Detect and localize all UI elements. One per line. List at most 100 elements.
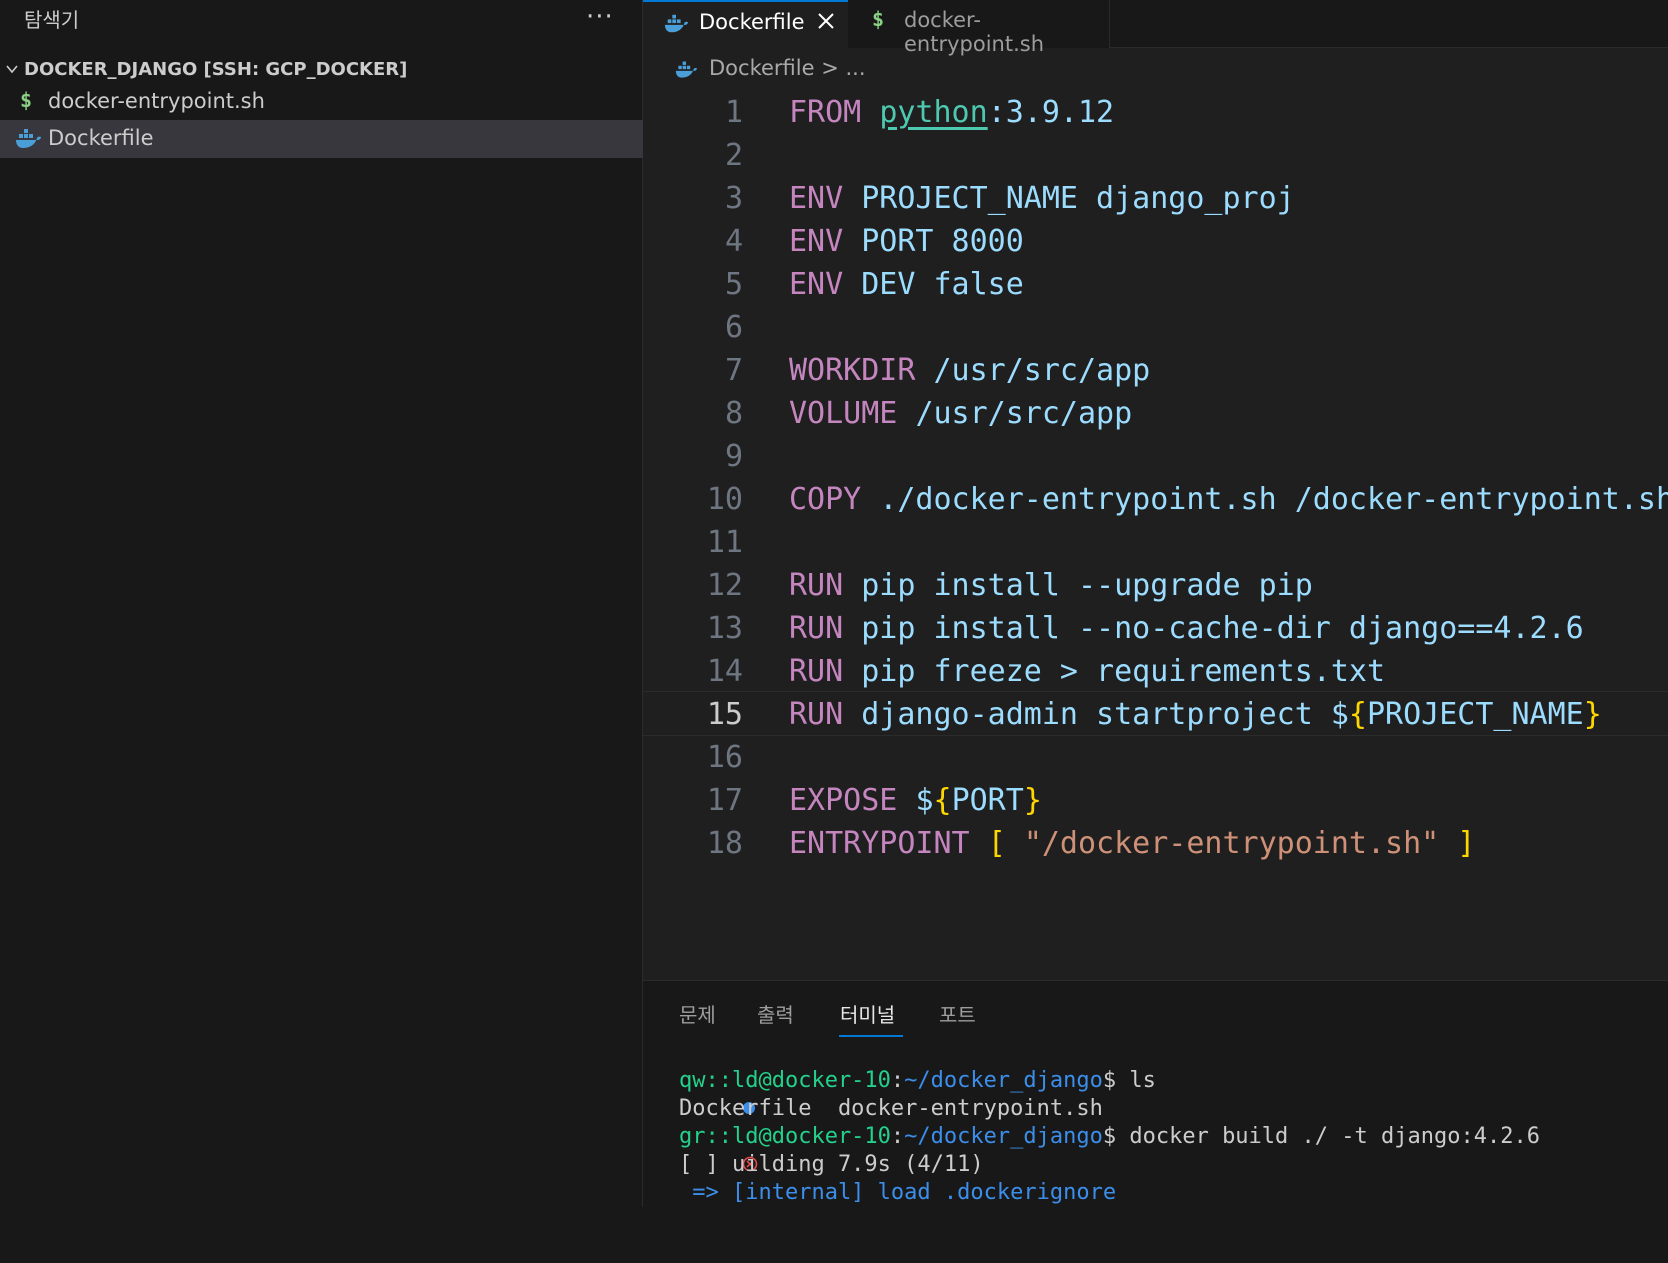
workspace-title: DOCKER_DJANGO [SSH: GCP_DOCKER]: [24, 59, 408, 80]
line-text: RUN django-admin startproject ${PROJECT_…: [789, 692, 1602, 737]
token-bracket: {: [1348, 697, 1367, 732]
token-keyword: ENV: [789, 181, 844, 216]
line-number: 6: [724, 310, 743, 345]
token-bracket: {: [933, 783, 952, 818]
token-text: pip install --upgrade pip: [861, 568, 1313, 603]
command-output: [ ] uilding 7.9s (4/11): [679, 1152, 984, 1177]
code-line: 6: [643, 305, 1668, 350]
token-keyword: ENV: [789, 224, 844, 259]
tab-dockerfile[interactable]: Dockerfile: [643, 0, 848, 48]
bottom-panel: 문제 출력 터미널 포트 qw::ld@docker-10:~/docker_d…: [643, 980, 1668, 1208]
code-line: 13 RUN pip install --no-cache-dir django=…: [643, 606, 1668, 651]
code-line: 17 EXPOSE ${PORT}: [643, 778, 1668, 823]
token-text: /usr/src/app: [933, 353, 1151, 388]
token-keyword: FROM: [789, 95, 862, 130]
shell-file-icon: $: [20, 88, 33, 112]
editor-tab-bar: Dockerfile $ docker-entrypoint.sh: [643, 0, 1668, 56]
explorer-title: 탐색기: [24, 8, 80, 32]
line-number: 13: [706, 611, 743, 646]
file-name: Dockerfile: [48, 126, 154, 150]
token-string: "/docker-entrypoint.sh": [1023, 826, 1440, 861]
line-text: WORKDIR /usr/src/app: [789, 348, 1150, 393]
code-line: 2: [643, 133, 1668, 178]
panel-tab-problems[interactable]: 문제: [679, 999, 716, 1028]
more-actions-icon[interactable]: ···: [586, 2, 614, 32]
line-number: 18: [706, 826, 743, 861]
token-keyword: EXPOSE: [789, 783, 898, 818]
code-line: 7 WORKDIR /usr/src/app: [643, 348, 1668, 393]
command-text: $ ls: [1102, 1068, 1156, 1093]
line-number: 14: [706, 654, 743, 689]
breadcrumb-rest: > ...: [821, 56, 866, 80]
line-number: 9: [724, 439, 743, 474]
terminal-line: qw::ld@docker-10:~/docker_django$ ls: [643, 1067, 1668, 1114]
line-number: 12: [706, 568, 743, 603]
token-bracket: ]: [1457, 826, 1476, 861]
token-text: PORT 8000: [861, 224, 1024, 259]
code-line: 18 ENTRYPOINT [ "/docker-entrypoint.sh" ]: [643, 821, 1668, 866]
line-number: 8: [724, 396, 743, 431]
terminal-line: [ ] uilding 7.9s (4/11): [643, 1151, 1668, 1179]
prompt-user: qw::ld@docker-10: [679, 1068, 891, 1093]
token-keyword: RUN: [789, 654, 844, 689]
panel-tab-terminal[interactable]: 터미널: [840, 999, 895, 1028]
tab-label: Dockerfile: [699, 10, 805, 34]
line-text: RUN pip install --no-cache-dir django==4…: [789, 606, 1584, 651]
token-variable: PORT: [951, 783, 1024, 818]
code-line: 16: [643, 735, 1668, 780]
token-text: :3.9.12: [987, 95, 1115, 130]
command-output: => [internal] load .dockerignore: [679, 1180, 1117, 1205]
code-line: 4 ENV PORT 8000: [643, 219, 1668, 264]
code-line: 9: [643, 434, 1668, 479]
token-text: PROJECT_NAME django_proj: [861, 181, 1295, 216]
terminal-line: => [internal] load .dockerignore: [643, 1179, 1668, 1207]
tab-docker-entrypoint[interactable]: $ docker-entrypoint.sh: [848, 0, 1110, 56]
file-item-dockerfile[interactable]: Dockerfile: [0, 120, 643, 158]
line-number: 16: [706, 740, 743, 775]
token-keyword: WORKDIR: [789, 353, 916, 388]
panel-tab-output[interactable]: 출력: [757, 999, 794, 1028]
explorer-sidebar: 탐색기 ··· DOCKER_DJANGO [SSH: GCP_DOCKER] …: [0, 0, 643, 1207]
line-number: 15: [706, 697, 743, 732]
line-text: VOLUME /usr/src/app: [789, 391, 1132, 436]
line-text: FROM python:3.9.12: [789, 90, 1114, 135]
token-text: pip install --no-cache-dir django==4.2.6: [861, 611, 1584, 646]
shell-file-icon: $: [872, 7, 885, 31]
line-number: 1: [724, 95, 743, 130]
terminal-line: Dockerfile docker-entrypoint.sh: [643, 1095, 1668, 1123]
docker-whale-icon: [16, 129, 41, 148]
line-number: 17: [706, 783, 743, 818]
token-keyword: VOLUME: [789, 396, 898, 431]
tab-label: docker-entrypoint.sh: [904, 8, 1045, 56]
terminal-line: gr::ld@docker-10:~/docker_django$ docker…: [643, 1123, 1668, 1172]
token-keyword: ENV: [789, 267, 844, 302]
line-text: ENTRYPOINT [ "/docker-entrypoint.sh" ]: [789, 821, 1475, 866]
line-number: 10: [706, 482, 743, 517]
line-number: 7: [724, 353, 743, 388]
token-bracket: [: [987, 826, 1006, 861]
prompt-path: ~/docker_django: [904, 1068, 1103, 1093]
token-keyword: COPY: [789, 482, 862, 517]
code-line: 3 ENV PROJECT_NAME django_proj: [643, 176, 1668, 221]
prompt-path: ~/docker_django: [904, 1124, 1103, 1149]
line-text: ENV PROJECT_NAME django_proj: [789, 176, 1295, 221]
close-icon[interactable]: [813, 8, 839, 34]
code-line-current: 15 RUN django-admin startproject ${PROJEC…: [643, 691, 1668, 736]
token-keyword: RUN: [789, 611, 844, 646]
explorer-header: 탐색기 ···: [0, 0, 643, 40]
line-text: COPY ./docker-entrypoint.sh /docker-entr…: [789, 477, 1668, 522]
file-item-docker-entrypoint[interactable]: $ docker-entrypoint.sh: [0, 83, 643, 121]
token-image[interactable]: python: [879, 95, 987, 130]
code-line: 10 COPY ./docker-entrypoint.sh /docker-en…: [643, 477, 1668, 522]
line-number: 4: [724, 224, 743, 259]
token-text: /usr/src/app: [915, 396, 1133, 431]
command-text: $ docker build ./ -t django:4.2.6: [1102, 1124, 1540, 1149]
token-text: $: [915, 783, 934, 818]
line-number: 11: [706, 525, 743, 560]
panel-tab-ports[interactable]: 포트: [939, 999, 976, 1028]
token-text: django-admin startproject $: [861, 697, 1349, 732]
line-text: RUN pip install --upgrade pip: [789, 563, 1313, 608]
line-number: 3: [724, 181, 743, 216]
code-line: 11: [643, 520, 1668, 565]
token-text: DEV false: [861, 267, 1024, 302]
